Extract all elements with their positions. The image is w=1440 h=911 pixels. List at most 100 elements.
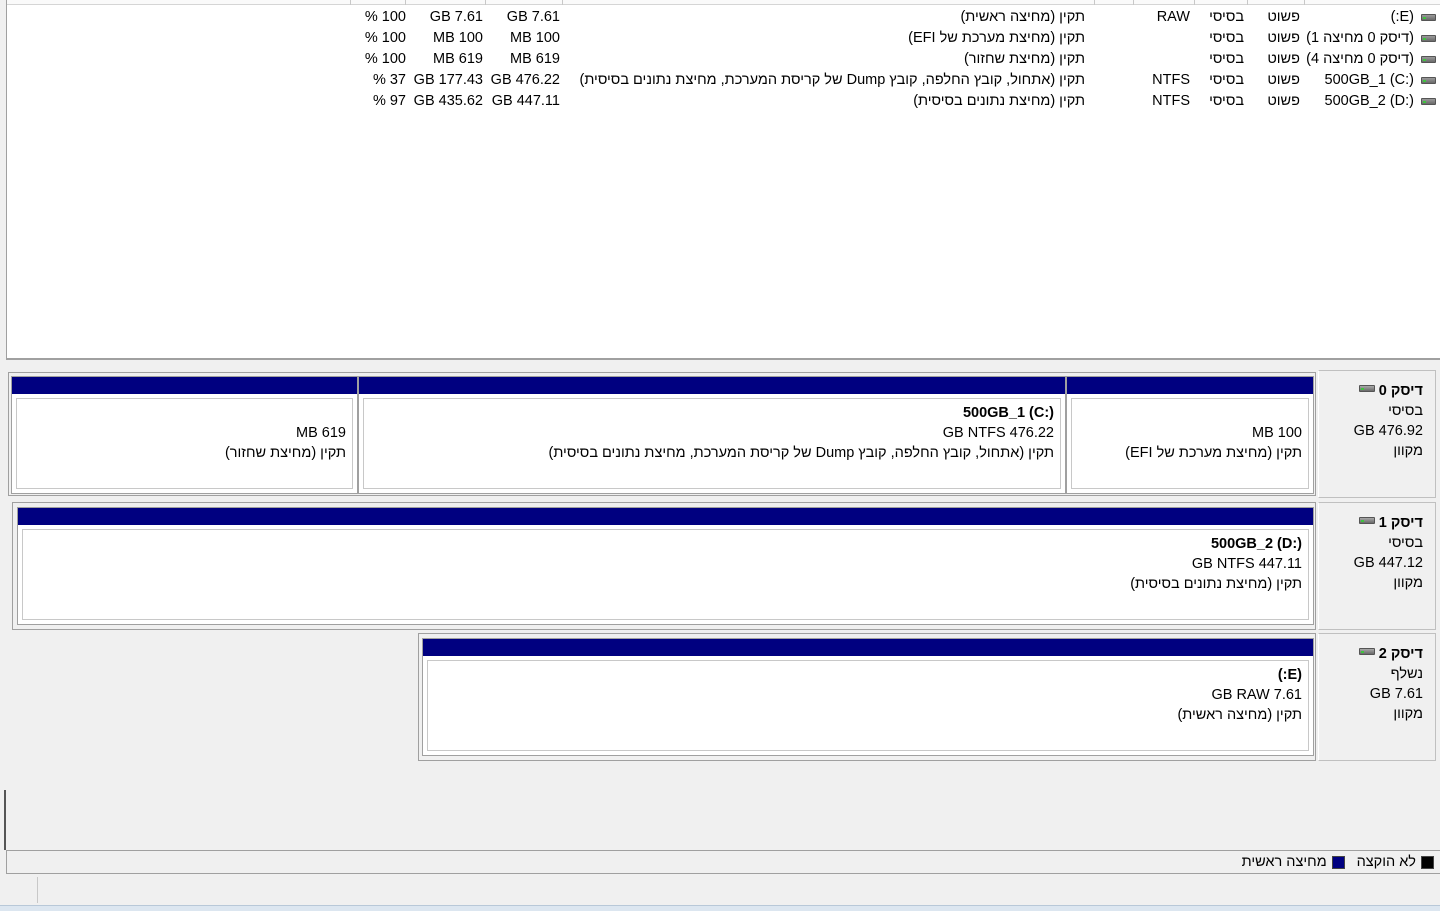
volume-type: בסיסי bbox=[1209, 9, 1244, 25]
volume-name: (דיסק 0 מחיצה 4) bbox=[1306, 51, 1414, 67]
partition-size: MB 100 bbox=[1252, 425, 1302, 441]
partition-status: תקין (מחיצת שחזור) bbox=[224, 445, 346, 461]
volume-layout: פשוט bbox=[1267, 9, 1300, 25]
disk-icon bbox=[1358, 648, 1375, 655]
disk-0-size: GB 476.92 bbox=[1353, 423, 1423, 439]
volume-drive-icon bbox=[1421, 56, 1436, 63]
volume-status: תקין (מחיצה ראשית) bbox=[960, 9, 1085, 25]
volume-row[interactable]: (דיסק 0 מחיצה 1) פשוט בסיסי תקין (מחיצת … bbox=[7, 28, 1440, 49]
legend: לא הוקצה מחיצה ראשית bbox=[6, 850, 1440, 874]
disk-icon bbox=[1358, 385, 1375, 392]
partition-name: (E:) bbox=[1277, 667, 1302, 683]
disk-1-partition-d[interactable]: 500GB_2 (D:) GB NTFS 447.11 תקין (מחיצת … bbox=[17, 507, 1314, 625]
volume-row[interactable]: (E:) פשוט בסיסי RAW תקין (מחיצה ראשית) G… bbox=[7, 7, 1440, 28]
volume-type: בסיסי bbox=[1209, 30, 1244, 46]
legend-swatch-primary bbox=[1331, 855, 1345, 869]
volume-percent-free: % 97 bbox=[372, 93, 406, 109]
volume-drive-icon bbox=[1421, 77, 1436, 84]
legend-swatch-unallocated bbox=[1421, 855, 1434, 869]
legend-label: מחיצה ראשית bbox=[1241, 854, 1327, 870]
volume-drive-icon bbox=[1421, 35, 1436, 42]
disk-2-partition-e[interactable]: (E:) GB RAW 7.61 תקין (מחיצה ראשית) bbox=[422, 638, 1314, 756]
disk-2-title: דיסק 2 bbox=[1378, 646, 1423, 662]
partition-name bbox=[1078, 403, 1302, 423]
volume-drive-icon bbox=[1421, 14, 1436, 21]
disk-1-title: דיסק 1 bbox=[1378, 515, 1423, 531]
partition-name bbox=[23, 403, 346, 423]
disk-0-partition-efi[interactable]: MB 100 תקין (מחיצת מערכת של EFI) bbox=[1066, 376, 1314, 494]
volume-free-space: GB 435.62 bbox=[413, 93, 483, 109]
volume-filesystem: NTFS bbox=[1152, 93, 1190, 109]
partition-status: תקין (מחיצת מערכת של EFI) bbox=[1125, 445, 1302, 461]
status-bar-segment bbox=[0, 877, 38, 903]
disk-0-state: מקוון bbox=[1393, 443, 1423, 459]
disk-0-title: דיסק 0 bbox=[1378, 383, 1423, 399]
volume-percent-free: % 37 bbox=[372, 72, 406, 88]
volume-capacity: MB 100 bbox=[510, 30, 560, 46]
disk-1-label[interactable]: דיסק 1 בסיסי GB 447.12 מקוון bbox=[1318, 502, 1436, 630]
legend-label: לא הוקצה bbox=[1356, 854, 1416, 870]
volume-layout: פשוט bbox=[1267, 51, 1300, 67]
volume-status: תקין (מחיצת שחזור) bbox=[963, 51, 1085, 67]
disk-management-window: (E:) פשוט בסיסי RAW תקין (מחיצה ראשית) G… bbox=[0, 0, 1440, 911]
volume-filesystem: RAW bbox=[1156, 9, 1190, 25]
volume-name: 500GB_2 (D:) bbox=[1324, 93, 1414, 109]
volume-percent-free: % 100 bbox=[364, 30, 406, 46]
volume-free-space: GB 7.61 bbox=[429, 9, 483, 25]
volume-capacity: MB 619 bbox=[510, 51, 560, 67]
volume-name: (E:) bbox=[1390, 9, 1414, 25]
disk-0-label[interactable]: דיסק 0 בסיסי GB 476.92 מקוון bbox=[1318, 370, 1436, 498]
partition-status: תקין (מחיצה ראשית) bbox=[1177, 707, 1302, 723]
partition-size: MB 619 bbox=[296, 425, 346, 441]
disk-0-kind: בסיסי bbox=[1388, 403, 1423, 419]
volume-name: (דיסק 0 מחיצה 1) bbox=[1306, 30, 1414, 46]
volume-layout: פשוט bbox=[1267, 30, 1300, 46]
disk-icon bbox=[1358, 517, 1375, 524]
volume-free-space: GB 177.43 bbox=[413, 72, 483, 88]
disk-0-partition-c[interactable]: 500GB_1 (C:) GB NTFS 476.22 תקין (אתחול,… bbox=[358, 376, 1066, 494]
partition-name: 500GB_1 (C:) bbox=[962, 405, 1054, 421]
volume-filesystem: NTFS bbox=[1152, 72, 1190, 88]
disk-1-size: GB 447.12 bbox=[1353, 555, 1423, 571]
volume-type: בסיסי bbox=[1209, 72, 1244, 88]
status-bar bbox=[0, 875, 1440, 905]
volume-list[interactable]: (E:) פשוט בסיסי RAW תקין (מחיצה ראשית) G… bbox=[6, 0, 1440, 360]
primary-partition-bar bbox=[1067, 377, 1313, 394]
disk-0-partition-recovery[interactable]: MB 619 תקין (מחיצת שחזור) bbox=[11, 376, 358, 494]
volume-capacity: GB 476.22 bbox=[490, 72, 560, 88]
disk-2-kind: נשלף bbox=[1390, 666, 1423, 682]
volume-status: תקין (מחיצת מערכת של EFI) bbox=[908, 30, 1085, 46]
volume-type: בסיסי bbox=[1209, 93, 1244, 109]
volume-drive-icon bbox=[1421, 98, 1436, 105]
partition-size: GB RAW 7.61 bbox=[1211, 687, 1302, 703]
volume-percent-free: % 100 bbox=[364, 51, 406, 67]
primary-partition-bar bbox=[423, 639, 1313, 656]
disk-2-label[interactable]: דיסק 2 נשלף GB 7.61 מקוון bbox=[1318, 633, 1436, 761]
primary-partition-bar bbox=[359, 377, 1065, 394]
partition-name: 500GB_2 (D:) bbox=[1210, 536, 1302, 552]
legend-unallocated: לא הוקצה bbox=[1357, 851, 1434, 873]
disk-1-kind: בסיסי bbox=[1388, 535, 1423, 551]
volume-capacity: GB 447.11 bbox=[491, 93, 560, 109]
taskbar-edge bbox=[0, 905, 1440, 911]
volume-status: תקין (אתחול, קובץ החלפה, קובץ Dump של קר… bbox=[579, 72, 1086, 88]
volume-row[interactable]: 500GB_2 (D:) פשוט בסיסי NTFS תקין (מחיצת… bbox=[7, 91, 1440, 112]
volume-row[interactable]: (דיסק 0 מחיצה 4) פשוט בסיסי תקין (מחיצת … bbox=[7, 49, 1440, 70]
partition-status: תקין (אתחול, קובץ החלפה, קובץ Dump של קר… bbox=[548, 445, 1055, 461]
volume-capacity: GB 7.61 bbox=[506, 9, 560, 25]
disk-2-state: מקוון bbox=[1393, 706, 1423, 722]
disk-2-size: GB 7.61 bbox=[1369, 686, 1423, 702]
volume-free-space: MB 619 bbox=[433, 51, 483, 67]
disk-1-state: מקוון bbox=[1393, 575, 1423, 591]
volume-type: בסיסי bbox=[1209, 51, 1244, 67]
partition-size: GB NTFS 476.22 bbox=[942, 425, 1054, 441]
divider-line bbox=[4, 790, 6, 850]
primary-partition-bar bbox=[12, 377, 357, 394]
volume-percent-free: % 100 bbox=[364, 9, 406, 25]
volume-row[interactable]: 500GB_1 (C:) פשוט בסיסי NTFS תקין (אתחול… bbox=[7, 70, 1440, 91]
volume-free-space: MB 100 bbox=[433, 30, 483, 46]
partition-size: GB NTFS 447.11 bbox=[1191, 556, 1302, 572]
volume-list-header[interactable] bbox=[7, 0, 1440, 5]
volume-status: תקין (מחיצת נתונים בסיסית) bbox=[913, 93, 1085, 109]
partition-status: תקין (מחיצת נתונים בסיסית) bbox=[1130, 576, 1302, 592]
